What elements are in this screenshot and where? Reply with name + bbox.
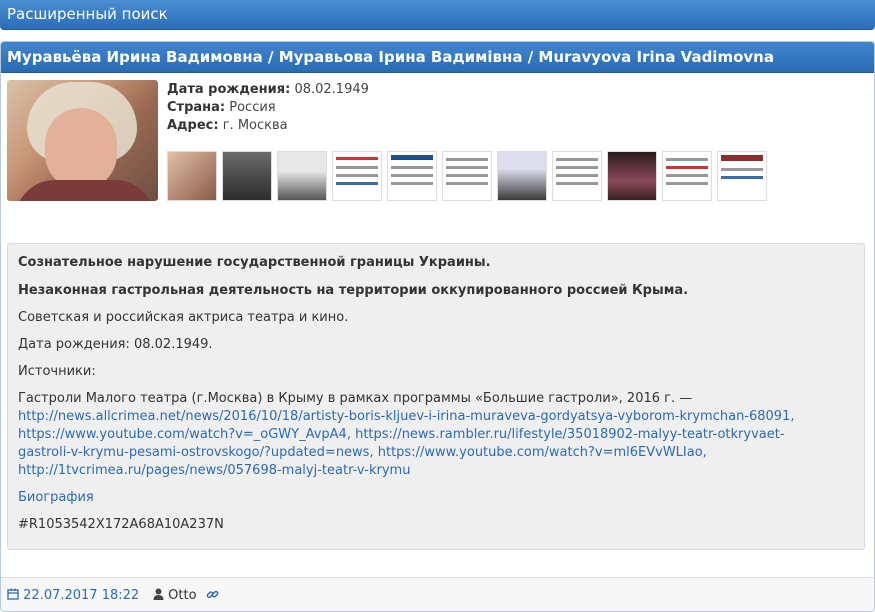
panel-header: Муравьёва Ирина Вадимовна / Муравьова Ір… bbox=[1, 42, 874, 73]
birth-date-row: Дата рождения: 08.02.1949 bbox=[167, 82, 369, 97]
thumbnail[interactable] bbox=[442, 151, 492, 201]
panel-footer: 22.07.2017 18:22 Otto bbox=[1, 577, 874, 611]
calendar-icon bbox=[7, 588, 19, 600]
top-bar: Расширенный поиск bbox=[0, 0, 875, 30]
thumbnail[interactable] bbox=[662, 151, 712, 201]
author-item: Otto bbox=[153, 588, 197, 603]
person-panel: Муравьёва Ирина Вадимовна / Муравьова Ір… bbox=[0, 41, 875, 612]
source-link[interactable]: http://1tvcrimea.ru/pages/news/057698-ma… bbox=[18, 463, 410, 478]
biography-link[interactable]: Биография bbox=[18, 490, 94, 505]
thumbnail[interactable] bbox=[167, 151, 217, 201]
person-name: Муравьёва Ирина Вадимовна / Муравьова Ір… bbox=[7, 48, 774, 66]
description-box: Сознательное нарушение государственной г… bbox=[7, 243, 865, 550]
thumbnail[interactable] bbox=[497, 151, 547, 201]
birthdate-line: Дата рождения: 08.02.1949. bbox=[18, 337, 213, 352]
person-info: Дата рождения: 08.02.1949 Страна: Россия… bbox=[167, 81, 369, 135]
thumbnail[interactable] bbox=[717, 151, 767, 201]
thumbnail[interactable] bbox=[387, 151, 437, 201]
thumbnail[interactable] bbox=[332, 151, 382, 201]
advanced-search-title[interactable]: Расширенный поиск bbox=[7, 5, 168, 23]
date-item: 22.07.2017 18:22 bbox=[7, 588, 139, 603]
address-row: Адрес: г. Москва bbox=[167, 118, 288, 133]
source-link[interactable]: https://www.youtube.com/watch?v=ml6EVvWL… bbox=[378, 445, 707, 460]
thumbnail[interactable] bbox=[552, 151, 602, 201]
record-code: #R1053542X172A68A10A237N bbox=[18, 517, 224, 532]
thumbnail[interactable] bbox=[277, 151, 327, 201]
user-icon bbox=[153, 588, 164, 600]
source-link[interactable]: http://news.allcrimea.net/news/2016/10/1… bbox=[18, 409, 794, 424]
source-link[interactable]: https://www.youtube.com/watch?v=_oGWY_Av… bbox=[18, 427, 351, 442]
activity-line: Незаконная гастрольная деятельность на т… bbox=[18, 283, 689, 298]
country-row: Страна: Россия bbox=[167, 100, 276, 115]
thumbnail[interactable] bbox=[607, 151, 657, 201]
profession-line: Советская и российская актриса театра и … bbox=[18, 310, 349, 325]
person-photo[interactable] bbox=[7, 80, 158, 201]
thumbnail[interactable] bbox=[222, 151, 272, 201]
post-date[interactable]: 22.07.2017 18:22 bbox=[23, 588, 139, 603]
permalink-item[interactable] bbox=[206, 588, 219, 603]
violation-line: Сознательное нарушение государственной г… bbox=[18, 255, 491, 270]
sources-label: Источники: bbox=[18, 364, 96, 379]
author-name: Otto bbox=[168, 588, 197, 603]
source-link[interactable]: https://news.rambler.ru/lifestyle/350189… bbox=[355, 427, 784, 442]
sources-text: Гастроли Малого театра (г.Москва) в Крым… bbox=[18, 391, 795, 478]
link-icon[interactable] bbox=[206, 588, 219, 601]
bio-link-row: Биография bbox=[18, 489, 854, 507]
source-link[interactable]: gastroli-v-krymu-pesami-ostrovskogo/?upd… bbox=[18, 445, 374, 460]
